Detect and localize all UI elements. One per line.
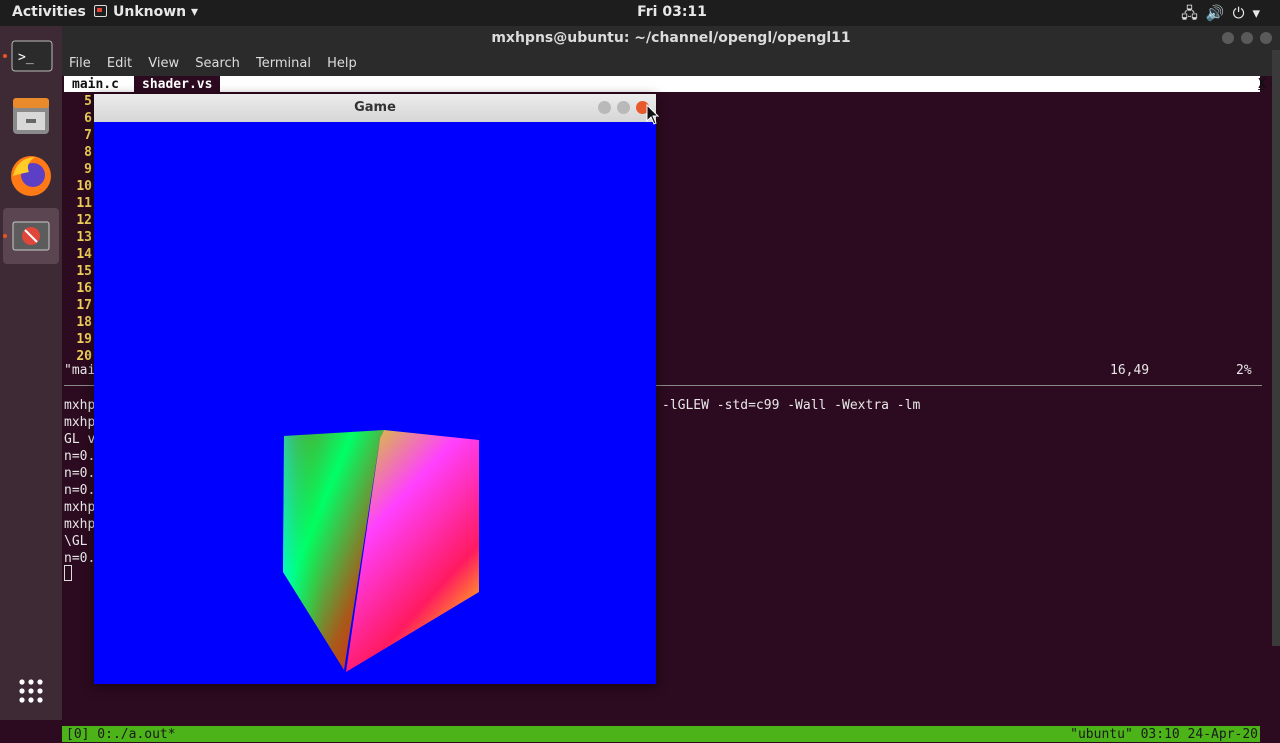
- terminal-icon: >_: [11, 40, 53, 72]
- show-applications-icon: [19, 679, 43, 703]
- line-number: 15: [76, 264, 92, 279]
- menu-edit[interactable]: Edit: [107, 56, 132, 71]
- dock-firefox[interactable]: [3, 148, 59, 204]
- terminal-cursor: [64, 565, 72, 581]
- scrollbar[interactable]: [1272, 50, 1280, 646]
- dock: >_: [0, 26, 62, 720]
- line-number: 14: [76, 247, 92, 262]
- line-number: 10: [76, 179, 92, 194]
- game-minimize-button[interactable]: [598, 101, 611, 114]
- shell-line: mxhp: [64, 517, 96, 532]
- line-number: 5: [84, 94, 92, 109]
- svg-text:>_: >_: [18, 50, 34, 65]
- running-indicator: [3, 54, 7, 58]
- network-icon: 🖧: [1181, 4, 1206, 22]
- dock-show-applications[interactable]: [3, 662, 59, 718]
- game-title: Game: [354, 100, 396, 115]
- tab-main-c[interactable]: main.c: [72, 76, 119, 93]
- line-number: 18: [76, 315, 92, 330]
- game-maximize-button[interactable]: [617, 101, 630, 114]
- line-number: 6: [84, 111, 92, 126]
- shell-line: mxhp: [64, 415, 96, 430]
- scroll-percent: 2%: [1236, 363, 1252, 378]
- menu-view[interactable]: View: [148, 56, 179, 71]
- menu-file[interactable]: File: [69, 56, 91, 71]
- game-titlebar[interactable]: Game: [94, 94, 656, 122]
- status-filename: "mai: [64, 363, 96, 378]
- terminal-titlebar[interactable]: mxhpns@ubuntu: ~/channel/opengl/opengl11: [62, 26, 1280, 52]
- system-tray[interactable]: 🖧🔊⏻▾: [1181, 3, 1268, 28]
- shell-line: n=0.: [64, 466, 96, 481]
- line-number: 12: [76, 213, 92, 228]
- line-number: 16: [76, 281, 92, 296]
- files-icon: [13, 98, 49, 134]
- menu-terminal[interactable]: Terminal: [256, 56, 311, 71]
- top-bar: Activities Unknown ▾ Fri 03:11 🖧🔊⏻▾: [0, 0, 1280, 26]
- maximize-button[interactable]: [1241, 32, 1253, 44]
- line-number: 13: [76, 230, 92, 245]
- tab-shader-vs[interactable]: shader.vs: [134, 76, 221, 92]
- shell-line: mxhp: [64, 500, 96, 515]
- power-icon: ⏻: [1232, 4, 1253, 22]
- shell-line: n=0.: [64, 449, 96, 464]
- line-number: 7: [84, 128, 92, 143]
- tmux-host-clock: "ubuntu" 03:10 24-Apr-20: [1070, 727, 1258, 742]
- close-button[interactable]: [1260, 32, 1272, 44]
- dock-files[interactable]: [3, 88, 59, 144]
- compile-command-tail: -lGLEW -std=c99 -Wall -Wextra -lm: [662, 398, 921, 413]
- window-title: mxhpns@ubuntu: ~/channel/opengl/opengl11: [491, 30, 851, 46]
- line-number: 8: [84, 145, 92, 160]
- shell-line: mxhp: [64, 398, 96, 413]
- dock-terminal[interactable]: >_: [3, 28, 59, 84]
- line-number: 9: [84, 162, 92, 177]
- minimize-button[interactable]: [1222, 32, 1234, 44]
- firefox-icon: [11, 156, 51, 196]
- volume-icon: 🔊: [1205, 4, 1233, 22]
- menu-help[interactable]: Help: [327, 56, 357, 71]
- game-window[interactable]: Game: [94, 94, 656, 684]
- shell-output: mxhp mxhp GL v n=0. n=0. n=0. mxhp mxhp …: [64, 397, 95, 567]
- unknown-app-icon: [12, 221, 50, 251]
- shell-line: n=0.: [64, 483, 96, 498]
- vim-tabline: main.c shader.vs X: [64, 76, 1266, 93]
- line-number: 11: [76, 196, 92, 211]
- line-number: 17: [76, 298, 92, 313]
- dock-unknown-app[interactable]: [3, 208, 59, 264]
- line-numbers: 5 6 7 8 9 10 11 12 13 14 15 16 17 18 19 …: [62, 93, 92, 365]
- chevron-down-icon: ▾: [1252, 4, 1268, 22]
- running-indicator: [3, 234, 7, 238]
- tmux-statusbar: [0] 0:./a.out* "ubuntu" 03:10 24-Apr-20: [62, 726, 1260, 742]
- shell-line: GL v: [64, 432, 96, 447]
- tmux-window-list[interactable]: [0] 0:./a.out*: [66, 726, 176, 743]
- tab-close-button[interactable]: X: [1258, 76, 1266, 93]
- menu-search[interactable]: Search: [195, 56, 240, 71]
- rendered-cube: [283, 430, 479, 672]
- clock[interactable]: Fri 03:11: [0, 4, 1280, 20]
- game-canvas[interactable]: [94, 122, 656, 684]
- line-number: 19: [76, 332, 92, 347]
- menu-bar: File Edit View Search Terminal Help: [62, 52, 1280, 76]
- cursor-position: 16,49: [1110, 363, 1150, 378]
- mouse-pointer-icon: [646, 104, 660, 125]
- shell-line: \GL: [64, 534, 88, 549]
